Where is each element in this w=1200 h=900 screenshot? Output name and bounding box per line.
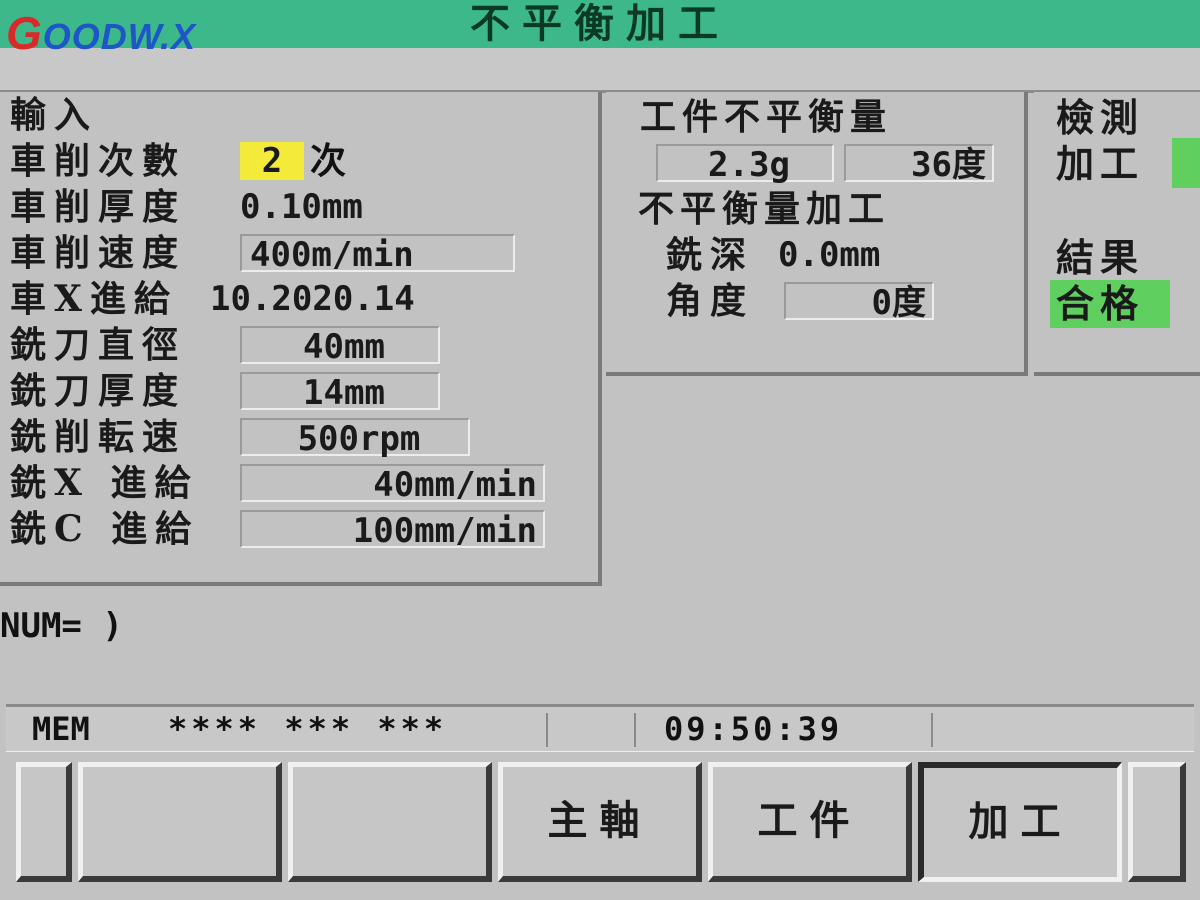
softkey-spindle[interactable]: 主軸	[498, 762, 702, 882]
status-divider	[634, 713, 636, 747]
label-mill-rpm: 銑削転速	[10, 416, 187, 458]
result-badge: 合格	[1050, 280, 1170, 328]
label-angle: 角度	[666, 280, 755, 322]
unbalance-amount: 2.3g	[656, 144, 834, 184]
turn-count-unit: 次	[310, 140, 347, 182]
logo-letter-g: G	[6, 7, 43, 59]
status-panel: 檢測 加工 結果 合格	[1034, 92, 1200, 376]
label-mill-x-feed: 銑X 進給	[10, 462, 199, 504]
mode-indicator: MEM	[32, 710, 90, 748]
mill-thickness-field[interactable]: 14mm	[240, 372, 440, 412]
softkey-2[interactable]	[288, 762, 492, 882]
status-divider	[931, 713, 933, 747]
mill-depth-value: 0.0mm	[778, 235, 881, 275]
unbalance-heading: 工件不平衡量	[640, 96, 893, 138]
softkey-bar: 主軸 工件 加工	[0, 752, 1200, 900]
status-indicators: **** *** ***	[168, 710, 448, 748]
softkey-left-arrow[interactable]	[16, 762, 72, 882]
result-value: 合格	[1056, 281, 1145, 326]
detect-label: 檢測	[1056, 95, 1145, 140]
softkey-process[interactable]: 加工	[918, 762, 1122, 882]
status-divider	[546, 713, 548, 747]
process-indicator-lamp	[1172, 138, 1200, 188]
logo-wordmark: OODW.X	[42, 16, 197, 57]
label-mill-thickness: 銑刀厚度	[10, 370, 187, 412]
turn-x-feed-field[interactable]: 10.2020.14	[210, 280, 520, 318]
mill-diameter-field[interactable]: 40mm	[240, 326, 440, 366]
input-heading: 輸入	[10, 94, 99, 136]
result-label: 結果	[1056, 235, 1145, 280]
turn-thickness-field[interactable]: 0.10mm	[240, 188, 500, 226]
turn-count-field[interactable]: 2	[240, 142, 304, 180]
softkey-1[interactable]	[78, 762, 282, 882]
num-input-prompt[interactable]: NUM= )	[0, 606, 123, 646]
label-mill-diameter: 銑刀直徑	[10, 324, 187, 366]
turn-speed-field[interactable]: 400m/min	[240, 234, 515, 274]
mill-c-feed-field[interactable]: 100mm/min	[240, 510, 545, 550]
process-heading: 不平衡量加工	[638, 188, 891, 230]
label-turn-thickness: 車削厚度	[10, 186, 187, 228]
unbalance-angle: 36度	[844, 144, 994, 184]
process-label: 加工	[1056, 141, 1145, 186]
unbalance-panel: 工件不平衡量 2.3g 36度 不平衡量加工 銑深 0.0mm 角度 0度	[606, 92, 1028, 376]
clock: 09:50:39	[664, 710, 843, 748]
softkey-workpiece[interactable]: 工件	[708, 762, 912, 882]
cnc-screen: 不平衡加工 GOODW.X 輸入 車削次數 2 次 車削厚度 0.10mm 車削…	[0, 0, 1200, 900]
mill-x-feed-field[interactable]: 40mm/min	[240, 464, 545, 504]
softkey-right-arrow[interactable]	[1128, 762, 1186, 882]
label-turn-x-feed: 車X進給	[10, 278, 178, 320]
angle-value: 0度	[784, 282, 934, 322]
label-turn-speed: 車削速度	[10, 232, 187, 274]
label-mill-c-feed: 銑C 進給	[10, 508, 200, 550]
status-bar: MEM **** *** *** 09:50:39	[6, 704, 1194, 754]
mill-rpm-field[interactable]: 500rpm	[240, 418, 470, 458]
goodway-logo: GOODW.X	[6, 6, 242, 64]
label-turn-count: 車削次數	[10, 140, 187, 182]
input-panel: 輸入 車削次數 2 次 車削厚度 0.10mm 車削速度 400m/min 車X…	[0, 92, 602, 586]
label-mill-depth: 銑深	[666, 234, 755, 276]
